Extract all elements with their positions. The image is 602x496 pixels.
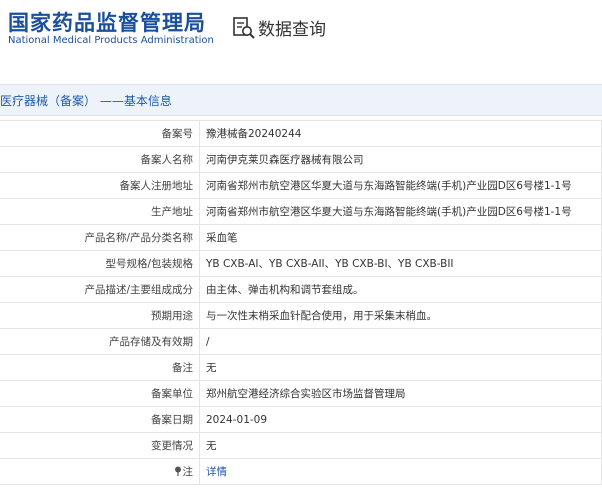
table-row: 型号规格/包装规格 YB CXB-AI、YB CXB-AII、YB CXB-BI… — [0, 250, 602, 277]
site-logo-subtitle: National Medical Products Administration — [8, 35, 214, 46]
field-label: 产品描述/主要组成成分 — [0, 276, 200, 303]
field-value: 豫港械备20240244 — [199, 120, 602, 147]
table-row: 备注 无 — [0, 354, 602, 381]
field-value: 采血笔 — [199, 224, 602, 251]
pin-icon — [174, 466, 181, 476]
note-label-cell: 注 — [0, 458, 200, 485]
table-row: 生产地址 河南省郑州市航空港区华夏大道与东海路智能终端(手机)产业园D区6号楼1… — [0, 198, 602, 225]
table-row: 备案人名称 河南伊克莱贝森医疗器械有限公司 — [0, 146, 602, 173]
table-row: 产品存储及有效期 / — [0, 328, 602, 355]
field-value: 河南省郑州市航空港区华夏大道与东海路智能终端(手机)产业园D区6号楼1-1号 — [199, 172, 602, 199]
details-link[interactable]: 详情 — [206, 466, 227, 478]
field-value: 河南省郑州市航空港区华夏大道与东海路智能终端(手机)产业园D区6号楼1-1号 — [199, 198, 602, 225]
field-label: 备案号 — [0, 120, 200, 147]
site-logo-title[interactable]: 国家药品监督管理局 — [8, 7, 206, 37]
field-label: 变更情况 — [0, 432, 200, 459]
database-search-icon — [233, 17, 255, 39]
field-value: / — [199, 328, 602, 355]
table-row: 备案日期 2024-01-09 — [0, 406, 602, 433]
field-value: YB CXB-AI、YB CXB-AII、YB CXB-BI、YB CXB-BI… — [199, 250, 602, 277]
table-row: 备案单位 郑州航空港经济综合实验区市场监督管理局 — [0, 380, 602, 407]
site-header: 国家药品监督管理局 National Medical Products Admi… — [0, 0, 602, 64]
field-label: 备案人名称 — [0, 146, 200, 173]
table-row: 产品描述/主要组成成分 由主体、弹击机构和调节套组成。 — [0, 276, 602, 303]
field-value: 无 — [199, 432, 602, 459]
section-header: 医疗器械（备案） ——基本信息 — [0, 84, 602, 116]
field-value: 详情 — [199, 458, 602, 485]
table-row: 注 详情 — [0, 458, 602, 485]
detail-table: 备案号 豫港械备20240244 备案人名称 河南伊克莱贝森医疗器械有限公司 备… — [0, 120, 602, 485]
table-row: 预期用途 与一次性末梢采血针配合使用，用于采集末梢血。 — [0, 302, 602, 329]
field-label: 备案日期 — [0, 406, 200, 433]
field-value: 2024-01-09 — [199, 406, 602, 433]
field-value: 与一次性末梢采血针配合使用，用于采集末梢血。 — [199, 302, 602, 329]
field-label: 备案人注册地址 — [0, 172, 200, 199]
table-row: 产品名称/产品分类名称 采血笔 — [0, 224, 602, 251]
field-value: 无 — [199, 354, 602, 381]
table-row: 备案号 豫港械备20240244 — [0, 120, 602, 147]
field-value: 由主体、弹击机构和调节套组成。 — [199, 276, 602, 303]
section-title: 医疗器械（备案） ——基本信息 — [0, 94, 172, 108]
field-label: 产品名称/产品分类名称 — [0, 224, 200, 251]
field-label: 备案单位 — [0, 380, 200, 407]
field-label: 型号规格/包装规格 — [0, 250, 200, 277]
field-label: 产品存储及有效期 — [0, 328, 200, 355]
field-value: 河南伊克莱贝森医疗器械有限公司 — [199, 146, 602, 173]
table-row: 备案人注册地址 河南省郑州市航空港区华夏大道与东海路智能终端(手机)产业园D区6… — [0, 172, 602, 199]
field-value: 郑州航空港经济综合实验区市场监督管理局 — [199, 380, 602, 407]
field-label: 注 — [182, 466, 194, 478]
field-label: 备注 — [0, 354, 200, 381]
data-query-title: 数据查询 — [258, 20, 326, 40]
table-row: 变更情况 无 — [0, 432, 602, 459]
field-label: 生产地址 — [0, 198, 200, 225]
field-label: 预期用途 — [0, 302, 200, 329]
